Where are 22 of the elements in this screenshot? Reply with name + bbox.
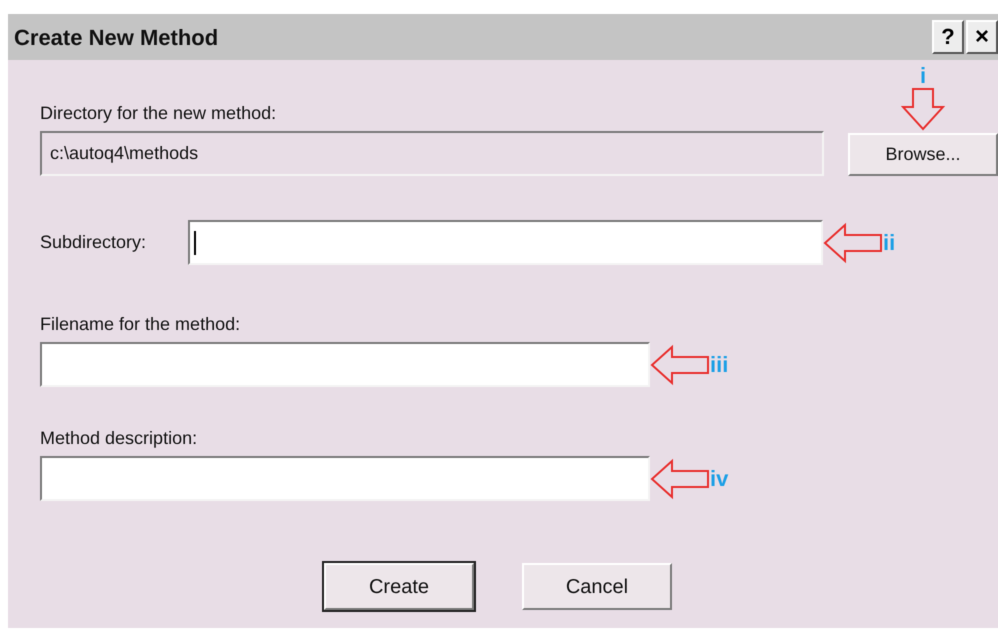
browse-button[interactable]: Browse... xyxy=(848,133,998,176)
field-label: Filename for the method: xyxy=(40,314,240,334)
callout-label: ii xyxy=(883,232,896,254)
arrow-icon xyxy=(650,344,710,386)
dialog-button[interactable]: Cancel xyxy=(522,563,672,610)
arrow-icon xyxy=(823,222,883,264)
arrow-icon xyxy=(901,87,945,131)
directory-field[interactable]: c:\autoq4\methods xyxy=(40,131,824,176)
text-field[interactable] xyxy=(40,456,650,501)
callout-label: iv xyxy=(710,468,728,490)
field-label: Method description: xyxy=(40,428,198,448)
arrow-icon xyxy=(650,458,710,500)
close-button[interactable]: × xyxy=(966,20,998,54)
field-label: Directory for the new method: xyxy=(40,103,276,123)
dialog-button[interactable]: Create xyxy=(324,563,474,610)
text-field[interactable] xyxy=(188,220,823,265)
help-button[interactable]: ? xyxy=(932,20,964,54)
field-label: Subdirectory: xyxy=(40,232,146,252)
callout-label: i xyxy=(920,65,926,87)
callout-label: iii xyxy=(710,354,728,376)
window-title: Create New Method xyxy=(14,24,218,52)
text-field[interactable] xyxy=(40,342,650,387)
